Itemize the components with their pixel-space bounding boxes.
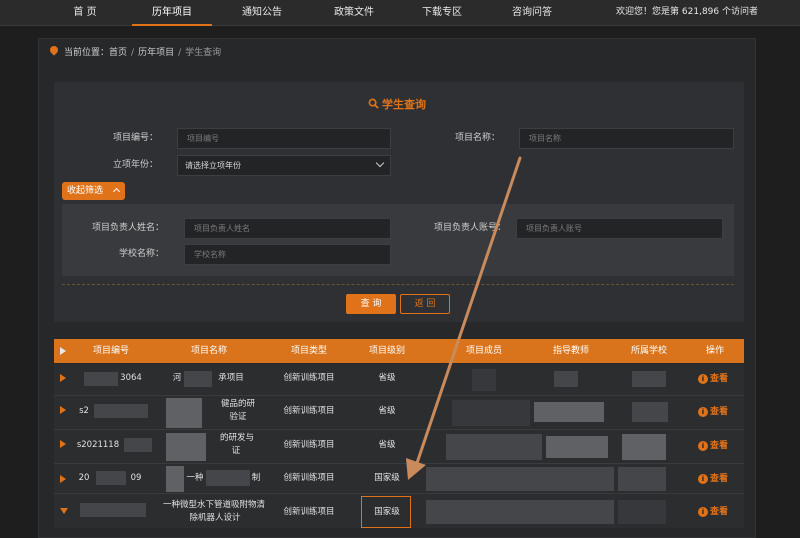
annotation-arrow-icon	[406, 156, 522, 480]
